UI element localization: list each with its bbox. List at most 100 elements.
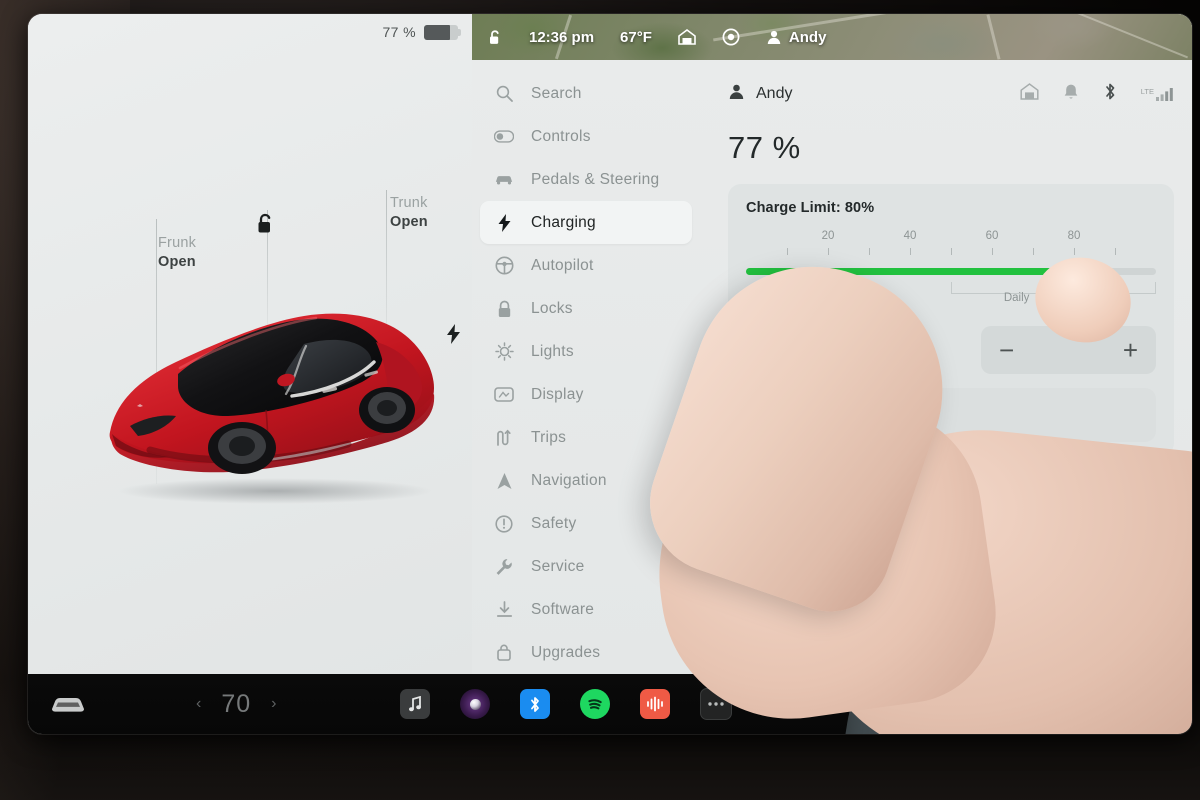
sidebar-label: Service: [531, 557, 585, 575]
sidebar-label: Locks: [531, 299, 573, 317]
camera-app-icon[interactable]: [460, 689, 490, 719]
steering-wheel-icon: [494, 256, 514, 276]
toggle-icon: [494, 127, 514, 147]
more-apps-icon[interactable]: [700, 688, 732, 720]
sidebar-label: Lights: [531, 342, 574, 360]
location-name: Kokomo: [728, 560, 782, 576]
car-front-icon[interactable]: [50, 693, 86, 715]
trunk-label[interactable]: Trunk Open: [390, 194, 428, 232]
lock-icon: [494, 299, 514, 319]
sidebar-item-navigation[interactable]: Navigation: [480, 459, 692, 502]
garage-icon[interactable]: [678, 29, 696, 45]
frunk-title: Frunk: [158, 235, 197, 251]
location-date: Sun, Sep: [728, 579, 788, 595]
status-bar: 12:36 pm 67°F Andy: [472, 14, 1192, 60]
sidebar-item-controls[interactable]: Controls: [480, 115, 692, 158]
charge-limit-card: Charge Limit: 80% 20 40 60 80 Daily Char…: [728, 184, 1174, 456]
sidebar-item-display[interactable]: Display: [480, 373, 692, 416]
charge-limit-slider[interactable]: 20 40 60 80 Daily: [746, 230, 1156, 304]
charge-plug-icon: [746, 337, 764, 363]
unlock-icon[interactable]: [256, 212, 277, 240]
open-charge-port-label: Open Charge Port: [792, 407, 917, 423]
profile-button[interactable]: Andy: [728, 83, 792, 105]
status-unlock-icon[interactable]: [488, 29, 503, 46]
chevron-left-icon[interactable]: ‹: [196, 695, 201, 713]
schedule-label: Schedule: [755, 480, 820, 497]
sidebar-item-charging[interactable]: Charging: [480, 201, 692, 244]
trunk-state: Open: [390, 214, 428, 230]
bottom-dock[interactable]: ‹ 70 ›: [28, 674, 1192, 734]
open-charge-port-button[interactable]: Open Charge Port: [746, 388, 1156, 442]
sidebar-item-upgrades[interactable]: Upgrades: [480, 631, 692, 674]
frunk-label[interactable]: Frunk Open: [158, 234, 196, 272]
settings-body: Search Controls Pedals & Steering Chargi…: [472, 60, 1192, 674]
charging-location-info: $0 Kokomo Sun, Sep: [728, 537, 1174, 595]
slider-knob[interactable]: [1062, 260, 1086, 283]
status-profile-name: Andy: [788, 28, 827, 46]
increase-button[interactable]: +: [1123, 337, 1138, 363]
profile-name: Andy: [756, 85, 793, 102]
settings-sidebar[interactable]: Search Controls Pedals & Steering Chargi…: [472, 60, 700, 674]
sidebar-item-trips[interactable]: Trips: [480, 416, 692, 459]
sidebar-item-service[interactable]: Service: [480, 545, 692, 588]
status-time: 12:36 pm: [529, 28, 595, 46]
battery-percent-label: 77 %: [382, 24, 416, 40]
trunk-title: Trunk: [390, 195, 428, 211]
charging-content: Andy LTE 77 % Charge Limit: 80% 20 40 60…: [708, 60, 1192, 674]
dock-app-icons[interactable]: [400, 688, 804, 720]
sidebar-label: Pedals & Steering: [531, 170, 660, 188]
sidebar-item-pedals-steering[interactable]: Pedals & Steering: [480, 158, 692, 201]
slider-fill: [746, 268, 1074, 275]
bluetooth-icon[interactable]: [1103, 82, 1117, 106]
vehicle-touchscreen[interactable]: 77 % Frunk Open Trunk Open 12:36 pm 67°F…: [28, 14, 1192, 734]
slider-ticks: [746, 246, 1156, 256]
sidebar-item-search[interactable]: Search: [480, 72, 692, 115]
temperature-control[interactable]: ‹ 70 ›: [196, 690, 276, 719]
sidebar-item-software[interactable]: Software: [480, 588, 692, 631]
audio-app-icon[interactable]: [640, 689, 670, 719]
sidebar-item-safety[interactable]: Safety: [480, 502, 692, 545]
display-icon: [494, 385, 514, 405]
state-of-charge: 77 %: [728, 130, 801, 165]
vehicle-illustration[interactable]: [90, 282, 460, 522]
sidebar-label: Upgrades: [531, 643, 601, 661]
status-profile[interactable]: Andy: [766, 28, 827, 46]
lte-label: LTE: [1140, 87, 1154, 96]
sidebar-label: Software: [531, 600, 595, 618]
bluetooth-app-icon[interactable]: [520, 689, 550, 719]
search-icon: [494, 84, 514, 104]
media-app-icon[interactable]: [400, 689, 430, 719]
toolbox-app-icon[interactable]: [762, 689, 804, 719]
sidebar-item-lights[interactable]: Lights: [480, 330, 692, 373]
tick-label: 60: [985, 230, 999, 242]
sidebar-item-autopilot[interactable]: Autopilot: [480, 244, 692, 287]
sidebar-item-locks[interactable]: Locks: [480, 287, 692, 330]
download-icon: [494, 600, 514, 620]
charge-current-label: Charge Current at this location: [776, 332, 930, 367]
vehicle-status-panel: 77 % Frunk Open Trunk Open: [28, 14, 472, 674]
charge-current-stepper[interactable]: − +: [981, 326, 1156, 374]
daily-range-bracket: [951, 282, 1156, 294]
sidebar-label: Search: [531, 84, 582, 102]
decrease-button[interactable]: −: [999, 337, 1014, 363]
status-temperature: 67°F: [620, 28, 652, 46]
lte-signal-icon: LTE: [1141, 87, 1174, 101]
bag-icon: [494, 643, 514, 663]
temperature-value: 70: [221, 689, 252, 718]
garage-icon[interactable]: [1020, 83, 1039, 105]
charge-current-row: Charge Current at this location − +: [746, 326, 1156, 374]
header-status-icons: LTE: [1020, 82, 1174, 106]
sidebar-label: Display: [531, 385, 584, 403]
lights-icon: [494, 342, 514, 362]
person-icon: [728, 83, 745, 105]
target-icon[interactable]: [722, 28, 740, 46]
schedule-button[interactable]: Schedule: [728, 478, 1174, 499]
location-price: $0: [728, 537, 745, 554]
spotify-app-icon[interactable]: [580, 689, 610, 719]
chevron-right-icon[interactable]: ›: [271, 695, 276, 713]
slider-track[interactable]: [746, 268, 1156, 275]
battery-status: 77 %: [382, 24, 461, 40]
charge-port-icon: [764, 404, 780, 426]
bell-icon[interactable]: [1063, 83, 1079, 106]
battery-icon: [424, 24, 461, 40]
